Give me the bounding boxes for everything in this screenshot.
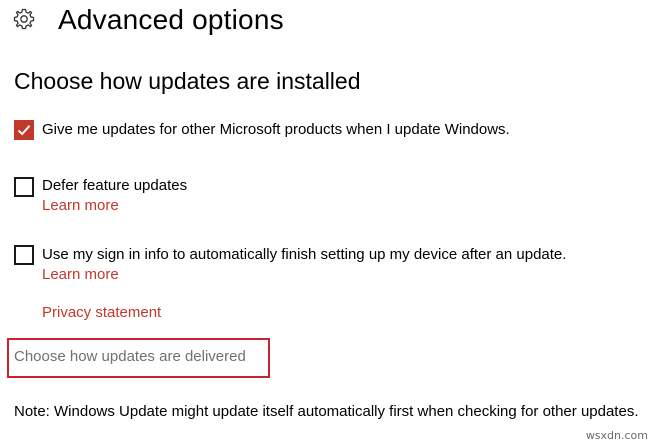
choose-delivery-link[interactable]: Choose how updates are delivered [14, 347, 246, 367]
sign-in-info-checkbox[interactable] [14, 245, 34, 265]
gear-icon [12, 7, 36, 31]
learn-more-link-defer[interactable]: Learn more [42, 196, 119, 216]
update-note: Note: Windows Update might update itself… [14, 403, 639, 420]
watermark: wsxdn.com [585, 429, 648, 442]
checkmark-icon [17, 125, 31, 136]
defer-feature-updates-checkbox[interactable] [14, 177, 34, 197]
defer-feature-updates-label[interactable]: Defer feature updates [42, 176, 187, 196]
sign-in-info-label[interactable]: Use my sign in info to automatically fin… [42, 245, 566, 265]
privacy-statement-link[interactable]: Privacy statement [42, 303, 161, 323]
learn-more-link-sign-in[interactable]: Learn more [42, 265, 119, 285]
page-title: Advanced options [58, 4, 284, 35]
microsoft-updates-label[interactable]: Give me updates for other Microsoft prod… [42, 120, 510, 140]
section-title: Choose how updates are installed [14, 68, 361, 94]
microsoft-updates-checkbox[interactable] [14, 120, 34, 140]
